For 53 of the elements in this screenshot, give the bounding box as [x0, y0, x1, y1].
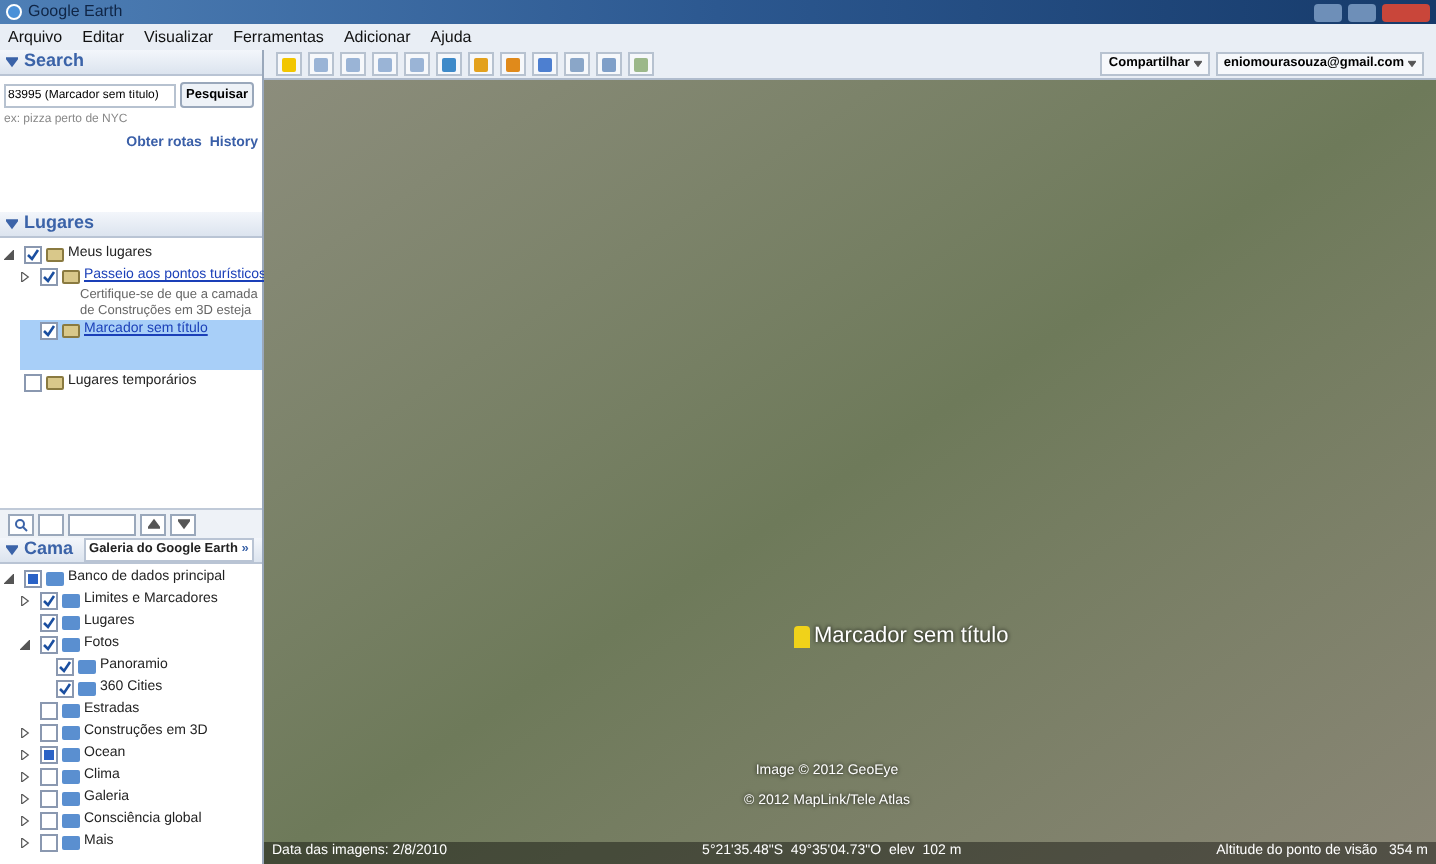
search-button[interactable]: [8, 513, 34, 535]
expanded-arrow-icon[interactable]: [4, 250, 20, 260]
placemark-label: Marcador sem título: [814, 622, 1009, 652]
menu-item[interactable]: Visualizar: [144, 25, 214, 49]
checkbox[interactable]: [24, 374, 42, 392]
checkbox[interactable]: [40, 768, 58, 786]
checkbox[interactable]: [40, 724, 58, 742]
caret-icon: [1408, 60, 1416, 68]
panel-title: Cama: [24, 536, 74, 563]
panel-title: Lugares: [24, 210, 95, 237]
caret-icon: [1193, 60, 1202, 68]
folder-icon: [46, 376, 64, 390]
checkbox[interactable]: [40, 702, 58, 720]
checkbox[interactable]: [40, 592, 58, 610]
maximize-button[interactable]: [1348, 3, 1376, 21]
checkbox[interactable]: [24, 570, 42, 588]
move-up-button[interactable]: [140, 513, 166, 535]
checkbox[interactable]: [40, 614, 58, 632]
panel-title: Search: [24, 48, 85, 75]
checkbox[interactable]: [40, 322, 58, 340]
menu-item[interactable]: Ferramentas: [233, 25, 324, 49]
menu-item[interactable]: Adicionar: [343, 25, 411, 49]
expanded-arrow-icon[interactable]: [4, 574, 20, 584]
placemark-pin-icon[interactable]: [794, 625, 810, 648]
minimize-button[interactable]: [1314, 3, 1342, 21]
checkbox[interactable]: [40, 790, 58, 808]
toolbar-icon[interactable]: [596, 52, 622, 76]
filter-field[interactable]: [68, 513, 136, 535]
checkbox[interactable]: [40, 268, 58, 286]
checkbox[interactable]: [40, 812, 58, 830]
checkbox[interactable]: [40, 636, 58, 654]
move-down-button[interactable]: [170, 513, 196, 535]
panel-toggle-button[interactable]: [38, 513, 64, 535]
down-arrow-icon: [177, 518, 189, 530]
toolbar-icon[interactable]: [532, 52, 558, 76]
checkbox[interactable]: [56, 658, 74, 676]
expanded-arrow-icon[interactable]: [20, 640, 36, 650]
checkbox[interactable]: [40, 746, 58, 764]
menu-item[interactable]: Arquivo: [8, 25, 63, 49]
checkbox[interactable]: [24, 246, 42, 264]
app-icon: [6, 4, 22, 20]
folder-icon: [62, 324, 80, 338]
collapse-arrow-icon[interactable]: [6, 218, 18, 230]
checkbox[interactable]: [40, 834, 58, 852]
collapse-arrow-icon[interactable]: [6, 544, 18, 556]
search-icon: [14, 517, 28, 531]
window-title: Google Earth: [28, 0, 123, 24]
toolbar-icon[interactable]: [436, 52, 462, 76]
checkbox[interactable]: [56, 680, 74, 698]
collapse-arrow-icon[interactable]: [6, 56, 18, 68]
up-arrow-icon: [147, 518, 159, 530]
menu-item[interactable]: Ajuda: [430, 25, 472, 49]
menu-item[interactable]: Editar: [82, 25, 125, 49]
